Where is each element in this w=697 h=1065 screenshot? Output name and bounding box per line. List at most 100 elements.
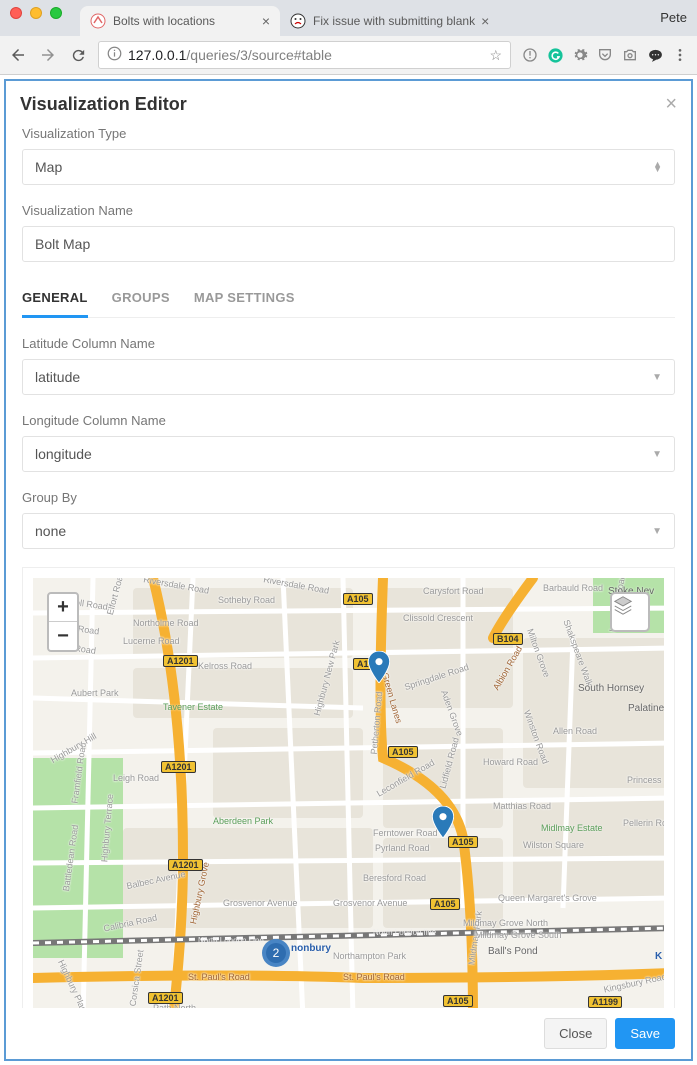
tab-close-icon[interactable]: ×: [262, 14, 270, 28]
window-minimize-button[interactable]: [30, 7, 42, 19]
address-bar[interactable]: 127.0.0.1/queries/3/source#table ☆: [98, 41, 511, 69]
select-caret-icon: ▲▼: [653, 162, 662, 173]
road-label: Matthias Road: [493, 801, 551, 811]
tab-close-icon[interactable]: ×: [481, 14, 489, 28]
road-label: Howard Road: [483, 757, 538, 767]
place-label: Aberdeen Park: [213, 816, 273, 826]
road-label: Northampton Park: [333, 951, 406, 961]
map-cluster[interactable]: 2: [262, 939, 290, 967]
road-label: Northolme Road: [133, 618, 199, 628]
browser-toolbar: 127.0.0.1/queries/3/source#table ☆: [0, 36, 697, 75]
map-canvas[interactable]: Sotheby Road Northolme Road Lucerne Road…: [33, 578, 664, 1008]
tab-map-settings[interactable]: MAP SETTINGS: [194, 280, 295, 317]
road-shield: A1201: [163, 655, 198, 667]
camera-icon[interactable]: [621, 46, 639, 64]
road-label: Pellerin Road: [623, 818, 664, 828]
reload-button[interactable]: [68, 45, 88, 65]
save-button[interactable]: Save: [615, 1018, 675, 1049]
back-button[interactable]: [8, 45, 28, 65]
tab-title: Fix issue with submitting blank: [313, 14, 475, 28]
road-label: North London Line: [198, 936, 264, 945]
vis-name-input[interactable]: Bolt Map: [22, 226, 675, 262]
select-caret-icon: ▼: [652, 372, 662, 383]
road-label: Princess: [627, 775, 662, 785]
place-label: Tavener Estate: [163, 702, 223, 712]
road-label: St. Paul's Road: [343, 972, 405, 982]
road-shield: A1201: [161, 761, 196, 773]
select-caret-icon: ▼: [652, 449, 662, 460]
road-label: Leigh Road: [113, 773, 159, 783]
browser-tab-active[interactable]: Bolts with locations ×: [80, 6, 280, 36]
road-label: Ferntower Road: [373, 828, 438, 838]
vis-type-value: Map: [35, 159, 62, 175]
close-button[interactable]: Close: [544, 1018, 607, 1049]
visualization-editor-modal: Visualization Editor × Visualization Typ…: [4, 79, 693, 1061]
road-label: Beresford Road: [363, 873, 426, 883]
road-shield: A105: [443, 995, 473, 1007]
map-marker[interactable]: [432, 806, 454, 838]
zoom-out-button[interactable]: −: [49, 622, 77, 650]
road-label: Sotheby Road: [218, 595, 275, 605]
lon-column-label: Longitude Column Name: [22, 413, 675, 428]
vis-type-select[interactable]: Map ▲▼: [22, 149, 675, 185]
browser-chrome: Pete Bolts with locations × Fix issue wi…: [0, 0, 697, 75]
forward-button: [38, 45, 58, 65]
map-marker[interactable]: [368, 651, 390, 683]
map-container: Sotheby Road Northolme Road Lucerne Road…: [22, 567, 675, 1008]
grammarly-icon[interactable]: [546, 46, 564, 64]
place-label: Palatine: [628, 703, 664, 714]
modal-title: Visualization Editor: [20, 94, 187, 115]
road-label: Pyrland Road: [375, 843, 430, 853]
url-host: 127.0.0.1: [128, 47, 186, 63]
zoom-in-button[interactable]: +: [49, 594, 77, 622]
tab-favicon: [290, 13, 306, 29]
window-close-button[interactable]: [10, 7, 22, 19]
road-shield-b: B104: [493, 633, 523, 645]
vis-type-label: Visualization Type: [22, 126, 675, 141]
map-zoom-control: + −: [47, 592, 79, 652]
chrome-menu-icon[interactable]: [671, 46, 689, 64]
vis-name-label: Visualization Name: [22, 203, 675, 218]
tab-title: Bolts with locations: [113, 14, 256, 28]
bookmark-star-icon[interactable]: ☆: [489, 47, 502, 64]
road-label: Carysfort Road: [423, 586, 484, 596]
site-info-icon[interactable]: [107, 46, 122, 64]
road-label: Aubert Park: [71, 688, 119, 698]
lon-column-value: longitude: [35, 446, 92, 462]
place-label: nonbury: [291, 943, 331, 954]
group-by-value: none: [35, 523, 66, 539]
road-label: Grosvenor Avenue: [223, 898, 297, 908]
road-label: Queen Margaret's Grove: [498, 893, 597, 903]
lon-column-select[interactable]: longitude ▼: [22, 436, 675, 472]
tab-favicon: [90, 13, 106, 29]
road-shield: A105: [430, 898, 460, 910]
profile-name[interactable]: Pete: [660, 10, 687, 25]
extension-gear-icon[interactable]: [571, 46, 589, 64]
place-label: South Hornsey: [578, 683, 644, 694]
extension-icon[interactable]: [521, 46, 539, 64]
pocket-icon[interactable]: [596, 46, 614, 64]
road-shield: A1201: [148, 992, 183, 1004]
map-layers-button[interactable]: [610, 592, 650, 632]
browser-tab[interactable]: Fix issue with submitting blank ×: [280, 6, 499, 36]
road-label: Wilston Square: [523, 840, 584, 850]
modal-close-button[interactable]: ×: [665, 93, 677, 116]
group-by-select[interactable]: none ▼: [22, 513, 675, 549]
extension-icons: [521, 46, 689, 64]
road-label: Clissold Crescent: [403, 613, 473, 623]
road-label: North London line: [373, 928, 436, 937]
window-zoom-button[interactable]: [50, 7, 62, 19]
lat-column-select[interactable]: latitude ▼: [22, 359, 675, 395]
road-shield: A105: [388, 746, 418, 758]
chat-icon[interactable]: [646, 46, 664, 64]
lat-column-value: latitude: [35, 369, 80, 385]
road-label: Allen Road: [553, 726, 597, 736]
road-label: Mildmay Grove South: [475, 930, 562, 940]
road-shield: A1201: [168, 859, 203, 871]
tab-general[interactable]: GENERAL: [22, 280, 88, 318]
settings-tabs: GENERAL GROUPS MAP SETTINGS: [22, 280, 675, 318]
road-label: Grosvenor Avenue: [333, 898, 407, 908]
place-label: Midlmay Estate: [541, 823, 603, 833]
tab-groups[interactable]: GROUPS: [112, 280, 170, 317]
window-controls: [0, 0, 72, 26]
